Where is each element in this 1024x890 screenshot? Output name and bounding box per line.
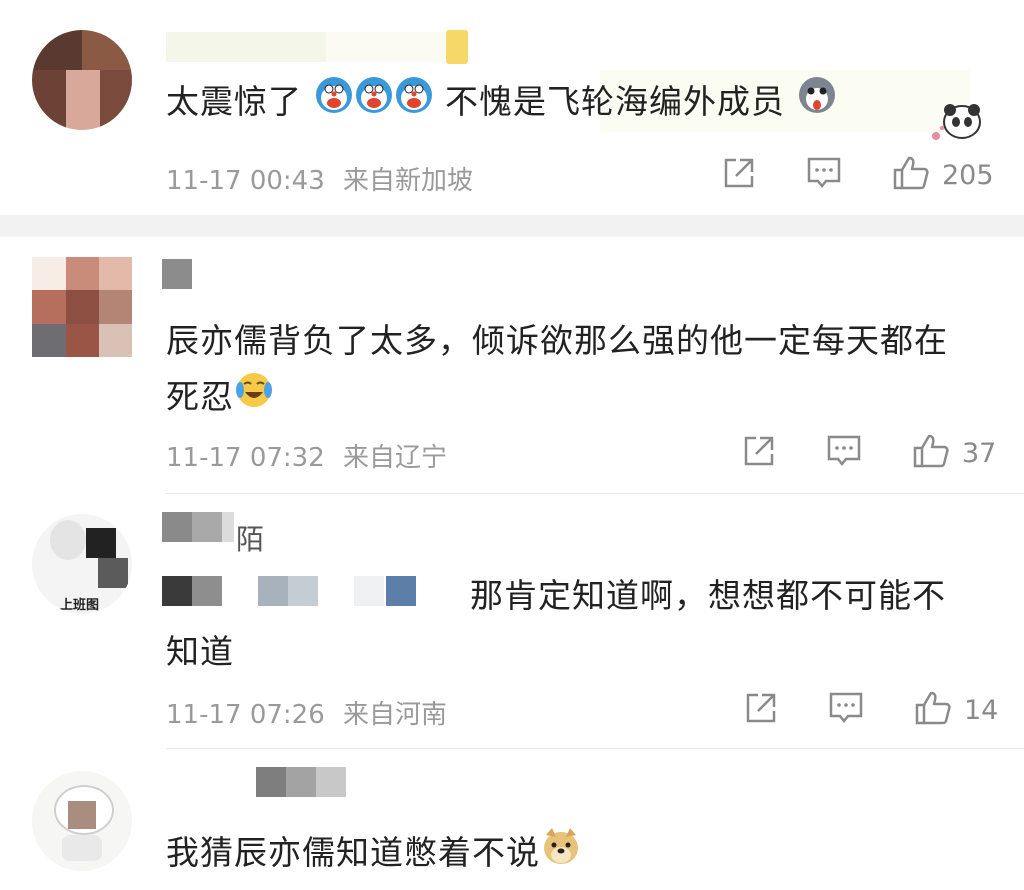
comment-text: 我猜辰亦儒知道憋着不说 — [166, 825, 582, 884]
thumbs-up-icon[interactable] — [914, 690, 952, 730]
badge-icon — [446, 30, 468, 64]
comment-time: 11-17 07:26 — [166, 700, 325, 730]
comment-time: 11-17 00:43 — [166, 166, 325, 196]
avatar[interactable]: 上班图 — [32, 514, 132, 614]
thumbs-up-icon[interactable] — [912, 433, 950, 473]
comment-icon[interactable] — [828, 691, 864, 729]
comment-text-line: 知道 — [166, 632, 234, 671]
comment-text-line: 那肯定知道啊，想想都不可能不 — [470, 576, 946, 615]
comment-location: 来自辽宁 — [343, 443, 448, 473]
comment-text: 太震惊了 不愧是飞轮海编外成员 — [166, 74, 837, 132]
sticker-icon — [928, 100, 986, 150]
avatar[interactable] — [32, 771, 132, 871]
comment-location: 来自河南 — [343, 700, 448, 730]
avatar[interactable] — [32, 257, 132, 357]
share-icon[interactable] — [722, 156, 756, 194]
avatar-label: 上班图 — [60, 598, 100, 613]
crying-laughing-emoji-icon — [234, 370, 274, 427]
comment-meta: 11-17 07:32 来自辽宁 — [166, 437, 447, 474]
share-icon[interactable] — [744, 691, 778, 729]
comment-actions: 14 — [744, 690, 998, 730]
avatar[interactable] — [32, 30, 132, 130]
username-blurred[interactable] — [166, 32, 446, 62]
comment-time: 11-17 07:32 — [166, 443, 325, 473]
comment-icon[interactable] — [806, 156, 842, 194]
comment-meta: 11-17 07:26 来自河南 — [166, 694, 447, 731]
doraemon-emoji-icon — [314, 75, 354, 132]
like-count: 205 — [942, 159, 994, 191]
comment-item: 上班图 陌 那肯定知道啊，想想都不可能不 知道 11-17 07:26 来自河南… — [0, 494, 1024, 748]
doraemon-emoji-icon — [354, 75, 394, 132]
comment-text: 辰亦儒背负了太多，倾诉欲那么强的他一定每天都在死忍 — [166, 313, 976, 427]
comment-meta: 11-17 00:43 来自新加坡 — [166, 160, 473, 197]
username-suffix: 陌 — [236, 523, 265, 556]
doge-emoji-icon — [540, 825, 582, 884]
username-blurred[interactable] — [162, 259, 192, 289]
comment-item: 辰亦儒背负了太多，倾诉欲那么强的他一定每天都在死忍 11-17 07:32 来自… — [0, 237, 1024, 492]
like-count: 37 — [962, 437, 997, 469]
thumbs-up-icon[interactable] — [892, 155, 930, 195]
comment-actions: 205 — [722, 155, 994, 195]
comment-text: 那肯定知道啊，想想都不可能不 知道 — [166, 568, 986, 680]
comment-item: 我猜辰亦儒知道憋着不说 — [0, 749, 1024, 890]
username-blurred[interactable] — [256, 767, 346, 797]
comment-icon[interactable] — [826, 434, 862, 472]
comment-actions: 37 — [742, 433, 996, 473]
like-count: 14 — [964, 694, 999, 726]
username-blurred[interactable] — [162, 512, 234, 542]
comment-location: 来自新加坡 — [343, 166, 474, 196]
share-icon[interactable] — [742, 434, 776, 472]
husky-emoji-icon — [797, 75, 837, 132]
doraemon-emoji-icon — [394, 75, 434, 132]
comment-item: 太震惊了 不愧是飞轮海编外成员 11-17 00:43 来自新加坡 205 — [0, 0, 1024, 215]
section-divider — [0, 215, 1024, 237]
